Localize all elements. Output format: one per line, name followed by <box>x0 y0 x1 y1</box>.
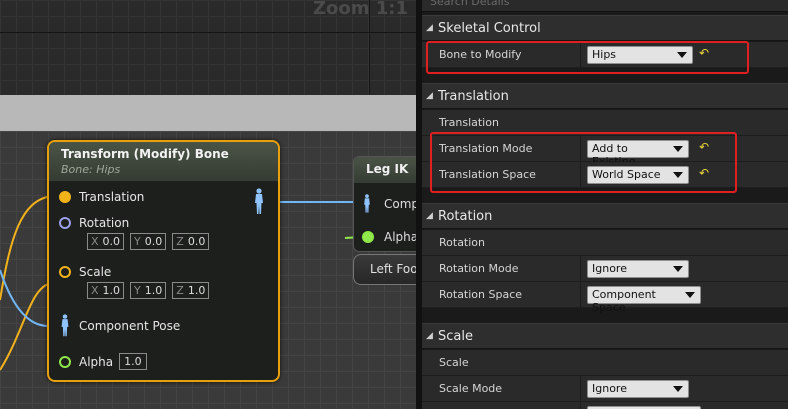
leg-ik-comp-pin[interactable]: Comp <box>362 194 416 214</box>
chevron-down-icon <box>685 292 695 298</box>
details-panel: Search Details ◢ Skeletal Control Bone t… <box>422 0 788 409</box>
prop-rotation-heading: Rotation <box>422 230 788 256</box>
search-details-input[interactable]: Search Details <box>422 0 788 12</box>
scale-vector: X 1.0 Y 1.0 Z 1.0 <box>87 282 210 299</box>
translation-pin-label: Translation <box>79 190 145 204</box>
anim-graph-editor: Zoom 1:1 Transform (Modify) Bone Bone: H… <box>0 0 788 409</box>
leg-ik-node[interactable]: Leg IK Comp Alpha <box>353 156 416 252</box>
alpha-value-field[interactable]: 1.0 <box>119 353 147 370</box>
zoom-label: Zoom 1:1 <box>312 0 408 19</box>
scale-x-field[interactable]: X 1.0 <box>87 282 125 299</box>
prop-rotation-mode: Rotation Mode Ignore <box>422 256 788 282</box>
rotation-y-field[interactable]: Y 0.0 <box>130 233 167 250</box>
node-subtitle: Bone: Hips <box>61 163 121 176</box>
prop-scale-space <box>422 402 788 409</box>
section-scale[interactable]: ◢ Scale <box>422 323 788 349</box>
scale-mode-dropdown[interactable]: Ignore <box>587 380 689 398</box>
component-pose-icon[interactable] <box>59 314 71 338</box>
search-placeholder: Search Details <box>430 0 510 8</box>
rotation-vector: X 0.0 Y 0.0 Z 0.0 <box>87 233 210 250</box>
leg-ik-alpha-dot[interactable] <box>362 231 374 243</box>
transform-modify-bone-node[interactable]: Transform (Modify) Bone Bone: Hips Trans… <box>47 140 280 382</box>
pose-output-icon[interactable] <box>253 188 265 216</box>
section-rotation[interactable]: ◢ Rotation <box>422 203 788 229</box>
section-title: Skeletal Control <box>438 20 541 36</box>
node-header[interactable]: Transform (Modify) Bone Bone: Hips <box>49 142 278 182</box>
section-skeletal-control[interactable]: ◢ Skeletal Control <box>422 15 788 41</box>
scale-y-field[interactable]: Y 1.0 <box>130 282 167 299</box>
rotation-z-field[interactable]: Z 0.0 <box>172 233 210 250</box>
comment-box[interactable] <box>0 95 416 131</box>
prop-label: Rotation Space <box>439 288 523 301</box>
leg-ik-alpha-label: Alpha <box>384 230 416 244</box>
rotation-pin[interactable]: Rotation <box>59 216 129 230</box>
section-title: Translation <box>438 88 509 104</box>
alpha-pin-label: Alpha <box>79 354 114 369</box>
graph-canvas[interactable]: Zoom 1:1 Transform (Modify) Bone Bone: H… <box>0 0 416 409</box>
scale-pin-dot[interactable] <box>59 266 71 278</box>
collapse-arrow-icon[interactable]: ◢ <box>426 23 438 33</box>
section-title: Rotation <box>438 208 493 224</box>
rotation-pin-label: Rotation <box>79 216 130 230</box>
scale-pin-label: Scale <box>79 265 112 279</box>
highlight-box-bone <box>426 41 749 74</box>
prop-label: Translation <box>439 116 499 129</box>
prop-scale-heading: Scale <box>422 350 788 376</box>
scale-pin[interactable]: Scale <box>59 265 111 279</box>
component-pose-pin[interactable]: Component Pose <box>59 314 180 338</box>
collapse-arrow-icon[interactable]: ◢ <box>426 331 438 341</box>
collapse-arrow-icon[interactable]: ◢ <box>426 91 438 101</box>
leg-ik-alpha-pin[interactable]: Alpha <box>362 230 416 244</box>
node-title: Transform (Modify) Bone <box>61 147 229 161</box>
left-foot-node[interactable]: Left Foo <box>353 254 416 285</box>
rotation-space-dropdown[interactable]: Component Space <box>587 286 701 314</box>
prop-label: Scale <box>439 356 469 369</box>
prop-scale-mode: Scale Mode Ignore <box>422 376 788 402</box>
highlight-box-translation <box>430 132 737 193</box>
chevron-down-icon <box>673 266 683 272</box>
leg-ik-title: Leg IK <box>354 157 416 183</box>
prop-label: Rotation Mode <box>439 262 519 275</box>
rotation-mode-dropdown[interactable]: Ignore <box>587 260 689 278</box>
component-pose-label: Component Pose <box>79 319 181 333</box>
section-translation[interactable]: ◢ Translation <box>422 83 788 109</box>
chevron-down-icon <box>673 386 683 392</box>
translation-pin-dot[interactable] <box>59 191 71 203</box>
collapse-arrow-icon[interactable]: ◢ <box>426 211 438 221</box>
prop-label: Rotation <box>439 236 486 249</box>
alpha-pin[interactable]: Alpha 1.0 <box>59 353 147 370</box>
rotation-pin-dot[interactable] <box>59 217 71 229</box>
scale-z-field[interactable]: Z 1.0 <box>172 282 210 299</box>
leg-ik-pose-icon[interactable] <box>362 194 372 214</box>
leg-ik-comp-label: Comp <box>384 197 416 211</box>
alpha-pin-dot[interactable] <box>59 355 71 368</box>
prop-rotation-space: Rotation Space Component Space <box>422 282 788 314</box>
section-title: Scale <box>438 328 473 344</box>
prop-label: Scale Mode <box>439 382 503 395</box>
rotation-x-field[interactable]: X 0.0 <box>87 233 125 250</box>
translation-pin[interactable]: Translation <box>59 190 144 204</box>
